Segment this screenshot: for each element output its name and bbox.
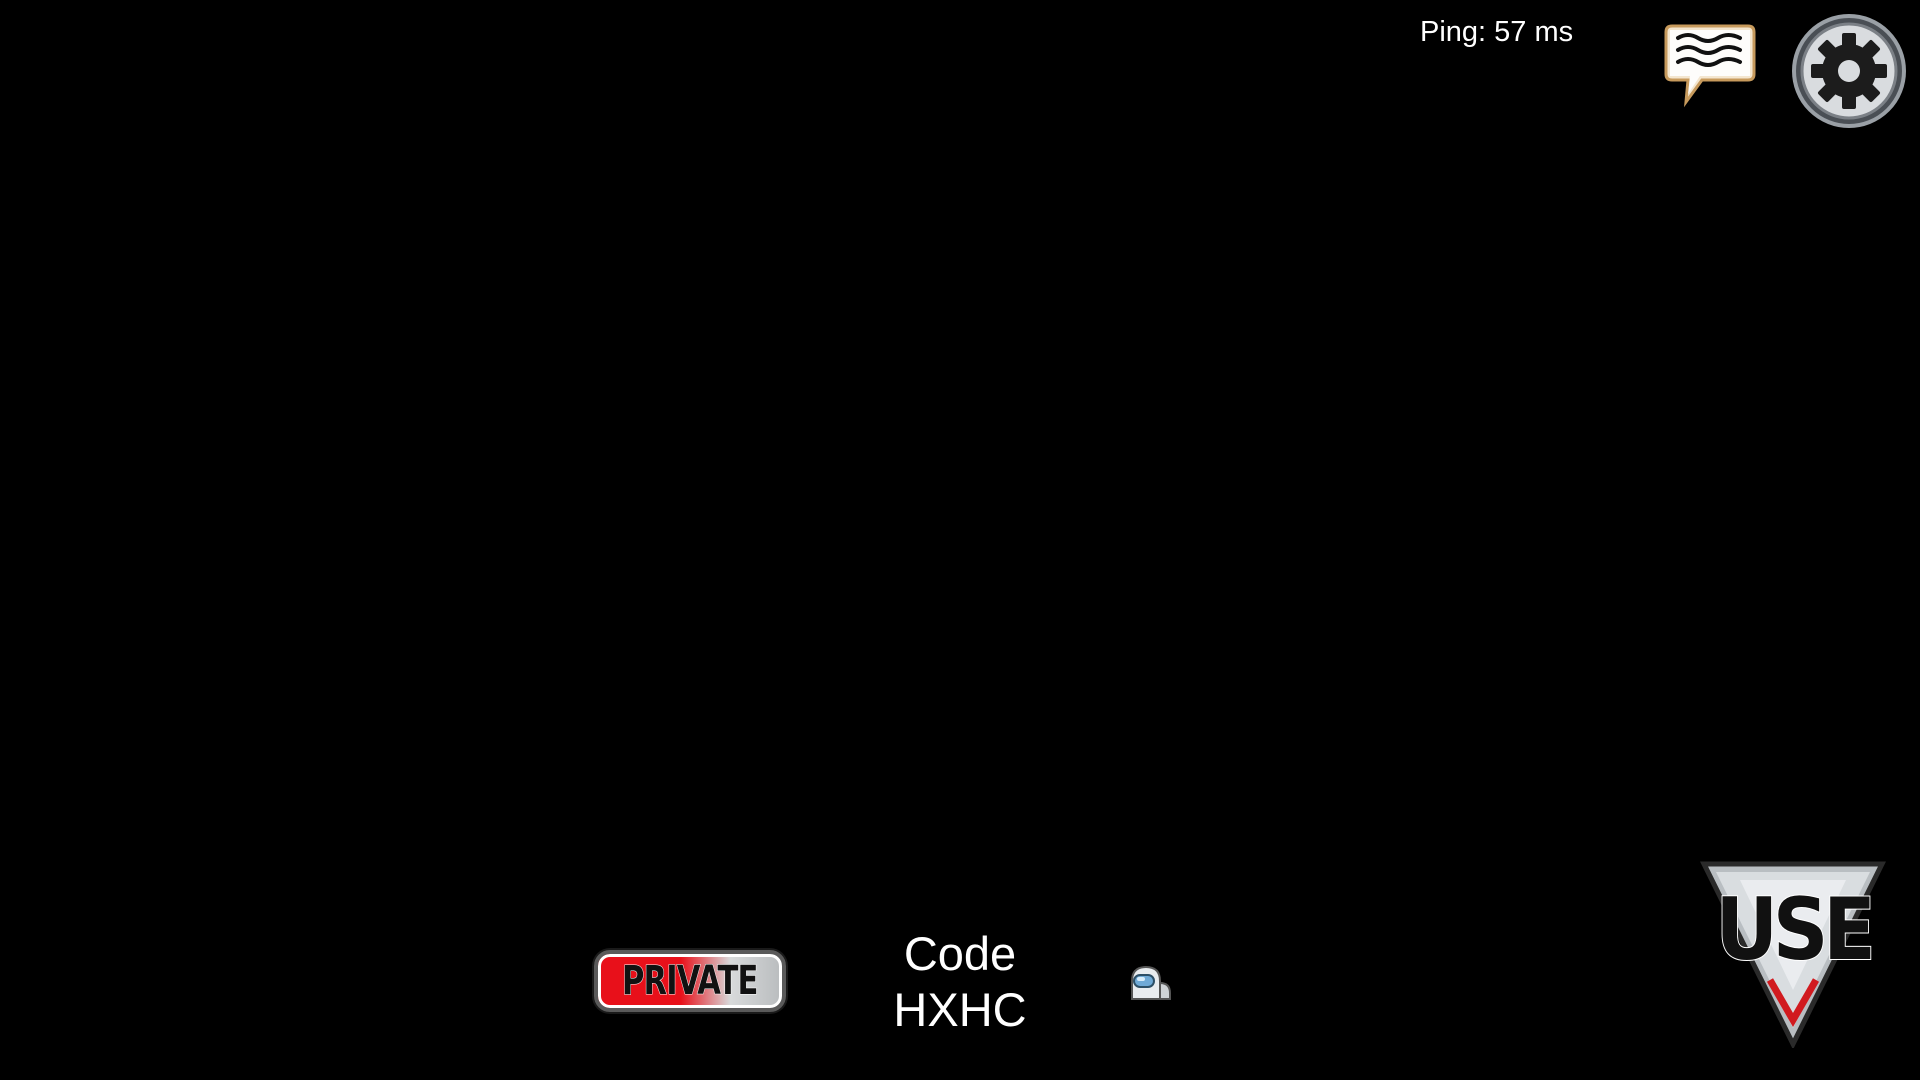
use-button[interactable]: USE	[1700, 860, 1886, 1048]
code-label: Code	[903, 927, 1017, 980]
chat-bubble-icon	[1664, 24, 1756, 108]
crewmate-icon	[1131, 965, 1171, 1000]
gear-icon	[1792, 14, 1906, 128]
use-label: USE	[1714, 879, 1876, 981]
privacy-label: PRIVATE	[622, 958, 759, 1005]
player-count	[1124, 963, 1174, 1003]
chat-button[interactable]	[1664, 20, 1756, 112]
code-value: HXHC	[893, 983, 1027, 1036]
settings-button[interactable]	[1790, 12, 1908, 130]
lobby-code[interactable]: Code HXHC	[860, 926, 1060, 1038]
privacy-toggle-button[interactable]: PRIVATE	[594, 950, 786, 1012]
game-view	[0, 0, 1920, 1080]
ping-readout: Ping: 57 ms	[1420, 16, 1574, 48]
